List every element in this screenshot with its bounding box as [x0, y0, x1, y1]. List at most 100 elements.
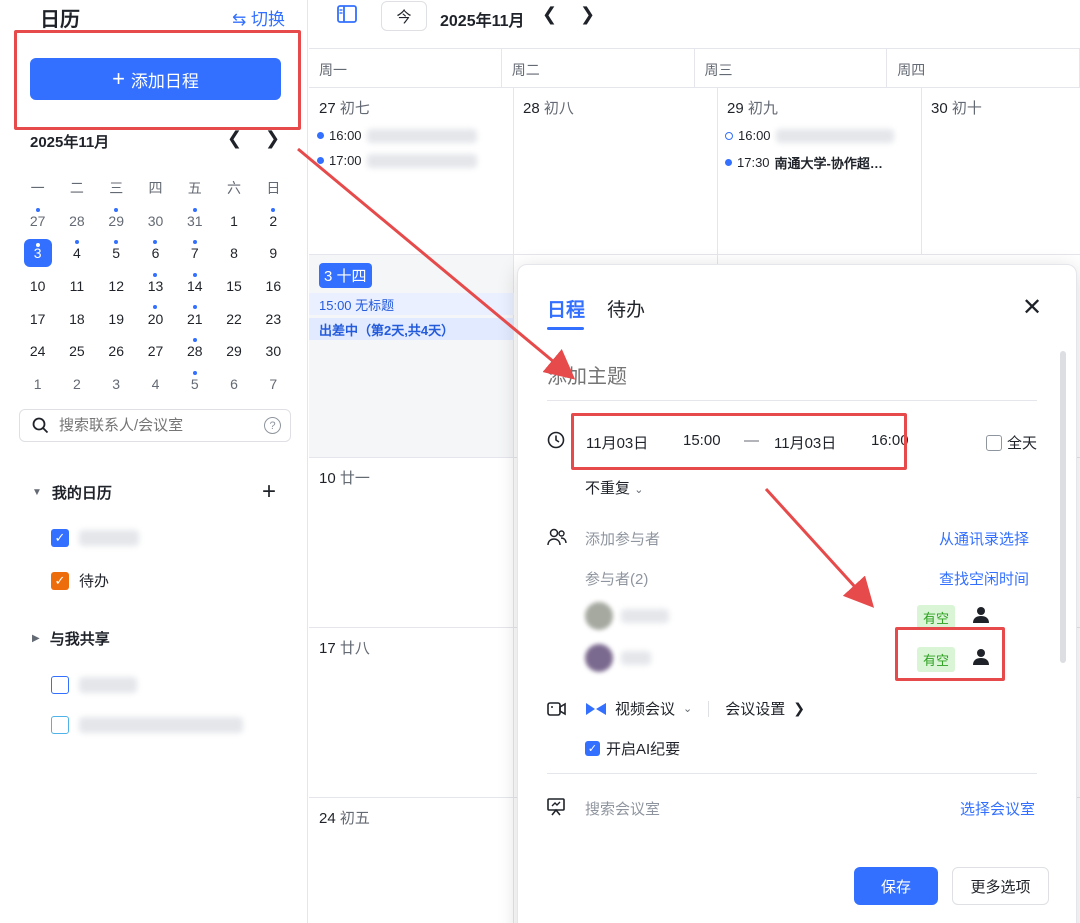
contact-search-input[interactable] — [59, 417, 259, 434]
mini-day[interactable]: 25 — [57, 335, 96, 368]
end-time-field[interactable]: 16:00 — [871, 432, 909, 449]
calendar-item-personal[interactable]: ✓ — [51, 529, 139, 547]
checkbox-checked[interactable]: ✓ — [51, 529, 69, 547]
more-options-button[interactable]: 更多选项 — [952, 867, 1049, 905]
switch-view-link[interactable]: ⇆ 切换 — [232, 5, 285, 30]
meeting-settings-link[interactable]: 会议设置 — [725, 698, 785, 719]
mini-day[interactable]: 20 — [136, 302, 175, 335]
day-cell-28[interactable]: 28 初八 — [513, 88, 718, 254]
shared-calendars-group[interactable]: ▶ 与我共享 — [32, 628, 110, 649]
mini-day[interactable]: 13 — [136, 270, 175, 303]
mini-day[interactable]: 30 — [136, 205, 175, 238]
all-day-checkbox[interactable]: 全天 — [986, 432, 1037, 453]
start-time-field[interactable]: 15:00 — [683, 432, 721, 449]
mini-day[interactable]: 7 — [254, 368, 293, 401]
start-date-field[interactable]: 11月03日 — [586, 432, 648, 453]
my-calendars-group[interactable]: ▼ 我的日历 — [32, 482, 112, 503]
mini-day[interactable]: 19 — [97, 302, 136, 335]
tab-schedule[interactable]: 日程 — [547, 295, 585, 322]
mini-day[interactable]: 29 — [97, 205, 136, 238]
subject-input[interactable] — [547, 355, 1037, 401]
video-meeting-select[interactable]: 视频会议 — [615, 698, 675, 719]
add-calendar-icon[interactable]: + — [262, 478, 276, 506]
mini-day[interactable]: 1 — [214, 205, 253, 238]
chevron-down-icon[interactable]: ⌄ — [683, 702, 692, 715]
event-item[interactable]: 17:30 南通大学-协作超… — [725, 153, 883, 172]
end-date-field[interactable]: 11月03日 — [774, 432, 836, 453]
mini-day[interactable]: 18 — [57, 302, 96, 335]
mini-day[interactable]: 5 — [97, 237, 136, 270]
mini-day[interactable]: 31 — [175, 205, 214, 238]
mini-day[interactable]: 12 — [97, 270, 136, 303]
select-room-link[interactable]: 选择会议室 — [960, 798, 1035, 819]
mini-day[interactable]: 2 — [57, 368, 96, 401]
select-from-contacts-link[interactable]: 从通讯录选择 — [939, 528, 1029, 549]
add-schedule-button[interactable]: + 添加日程 — [30, 58, 281, 100]
mini-day[interactable]: 4 — [136, 368, 175, 401]
mini-day[interactable]: 17 — [18, 302, 57, 335]
mini-day[interactable]: 30 — [254, 335, 293, 368]
day-cell-29[interactable]: 29 初九 16:00 17:30 南通大学-协作超… — [717, 88, 922, 254]
ai-minutes-checkbox[interactable]: ✓ 开启AI纪要 — [585, 738, 680, 759]
mini-day[interactable]: 27 — [18, 205, 57, 238]
today-button[interactable]: 今 — [381, 1, 427, 31]
day-cell-17[interactable]: 17 廿八 — [309, 628, 514, 797]
mini-day[interactable]: 1 — [18, 368, 57, 401]
mini-day[interactable]: 26 — [97, 335, 136, 368]
mini-day[interactable]: 29 — [214, 335, 253, 368]
shared-calendar-item[interactable] — [51, 676, 137, 694]
mini-day[interactable]: 28 — [175, 335, 214, 368]
mini-prev-month-icon[interactable]: ❮ — [227, 128, 242, 149]
day-cell-3-today[interactable]: 3 十四 15:00 无标题 出差中（第2天,共4天） — [309, 255, 514, 457]
add-attendee-input[interactable]: 添加参与者 — [585, 528, 660, 549]
checkbox-checked[interactable]: ✓ — [51, 571, 69, 590]
contact-search-box[interactable]: ? — [19, 409, 291, 442]
chevron-right-icon[interactable]: ❯ — [793, 700, 805, 717]
mini-day[interactable]: 23 — [254, 302, 293, 335]
mini-day[interactable]: 7 — [175, 237, 214, 270]
mini-day-today[interactable]: 3 — [18, 237, 57, 270]
save-button[interactable]: 保存 — [854, 867, 938, 905]
mini-day[interactable]: 14 — [175, 270, 214, 303]
mini-day[interactable]: 28 — [57, 205, 96, 238]
mini-day[interactable]: 22 — [214, 302, 253, 335]
mini-day[interactable]: 11 — [57, 270, 96, 303]
mini-day[interactable]: 5 — [175, 368, 214, 401]
day-cell-10[interactable]: 10 廿一 — [309, 458, 514, 627]
prev-month-icon[interactable]: ❮ — [542, 4, 557, 25]
mini-next-month-icon[interactable]: ❯ — [265, 128, 280, 149]
mini-day[interactable]: 15 — [214, 270, 253, 303]
shared-calendar-item[interactable] — [51, 716, 243, 734]
calendar-item-todo[interactable]: ✓ 待办 — [51, 570, 109, 591]
help-icon[interactable]: ? — [264, 417, 281, 434]
mini-day[interactable]: 24 — [18, 335, 57, 368]
mini-day[interactable]: 10 — [18, 270, 57, 303]
day-cell-24[interactable]: 24 初五 — [309, 798, 514, 923]
mini-day[interactable]: 16 — [254, 270, 293, 303]
event-item[interactable]: 15:00 无标题 — [309, 293, 514, 315]
sidebar-toggle-icon[interactable] — [337, 5, 357, 28]
checkbox-unchecked[interactable] — [51, 716, 69, 734]
day-cell-30[interactable]: 30 初十 — [921, 88, 1080, 254]
mini-day[interactable]: 27 — [136, 335, 175, 368]
mini-day[interactable]: 4 — [57, 237, 96, 270]
trip-event-band[interactable]: 出差中（第2天,共4天） — [309, 318, 514, 340]
attendee-row[interactable] — [585, 602, 669, 630]
mini-day[interactable]: 21 — [175, 302, 214, 335]
scrollbar[interactable] — [1060, 351, 1066, 663]
repeat-select[interactable]: 不重复 ⌄ — [585, 477, 643, 498]
mini-day[interactable]: 3 — [97, 368, 136, 401]
mini-day[interactable]: 8 — [214, 237, 253, 270]
event-item[interactable]: 16:00 — [725, 128, 894, 143]
search-room-input[interactable]: 搜索会议室 — [585, 798, 660, 819]
day-cell-27[interactable]: 27 初七 16:00 17:00 — [309, 88, 514, 254]
event-item[interactable]: 16:00 — [317, 128, 477, 143]
checkbox-unchecked[interactable] — [51, 676, 69, 694]
find-free-time-link[interactable]: 查找空闲时间 — [939, 568, 1029, 589]
mini-day[interactable]: 9 — [254, 237, 293, 270]
mini-day[interactable]: 2 — [254, 205, 293, 238]
attendee-row[interactable] — [585, 644, 651, 672]
mini-day[interactable]: 6 — [136, 237, 175, 270]
event-item[interactable]: 17:00 — [317, 153, 477, 168]
mini-day[interactable]: 6 — [214, 368, 253, 401]
